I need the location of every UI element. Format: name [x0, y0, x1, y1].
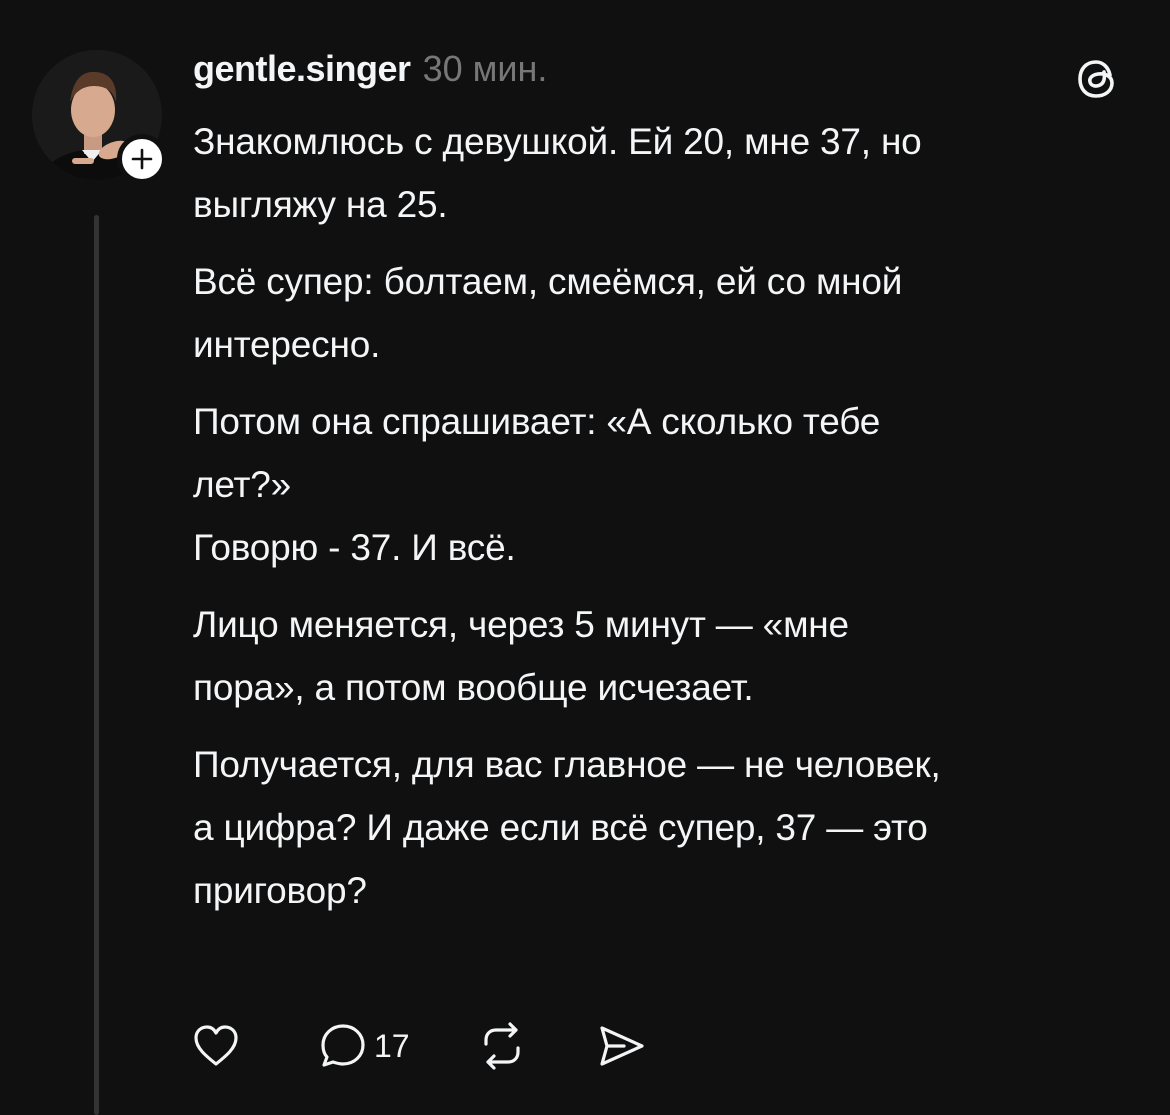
reply-count: 17 [374, 1027, 410, 1064]
heart-icon [194, 1025, 238, 1066]
repost-icon [483, 1022, 520, 1070]
reply-button[interactable]: 17 [318, 1018, 410, 1074]
share-button[interactable] [594, 1018, 648, 1074]
post-paragraph: Потом она спрашивает: «А сколько тебе ле… [193, 401, 881, 568]
post-timestamp: 30 мин. [422, 48, 548, 89]
send-icon [599, 1026, 644, 1066]
post-header: gentle.singer 30 мин. [193, 48, 547, 98]
post-paragraph: Лицо меняется, через 5 минут — «мне пора… [193, 604, 849, 708]
post-actions: 17 [190, 1018, 648, 1074]
post-paragraph: Всё супер: болтаем, смеёмся, ей со мной … [193, 261, 903, 365]
thread-line [94, 215, 99, 1115]
post-body: Знакомлюсь с девушкой. Ей 20, мне 37, но… [193, 110, 1133, 936]
follow-button[interactable] [117, 134, 167, 184]
comment-bubble-icon [321, 1024, 365, 1067]
post-paragraph: Знакомлюсь с девушкой. Ей 20, мне 37, но… [193, 121, 922, 225]
repost-button[interactable] [476, 1018, 528, 1074]
threads-logo-icon[interactable] [1072, 54, 1122, 104]
username[interactable]: gentle.singer [193, 48, 411, 90]
post-paragraph: Получается, для вас главное — не человек… [193, 744, 941, 911]
like-button[interactable] [190, 1018, 246, 1074]
plus-icon [131, 148, 153, 170]
